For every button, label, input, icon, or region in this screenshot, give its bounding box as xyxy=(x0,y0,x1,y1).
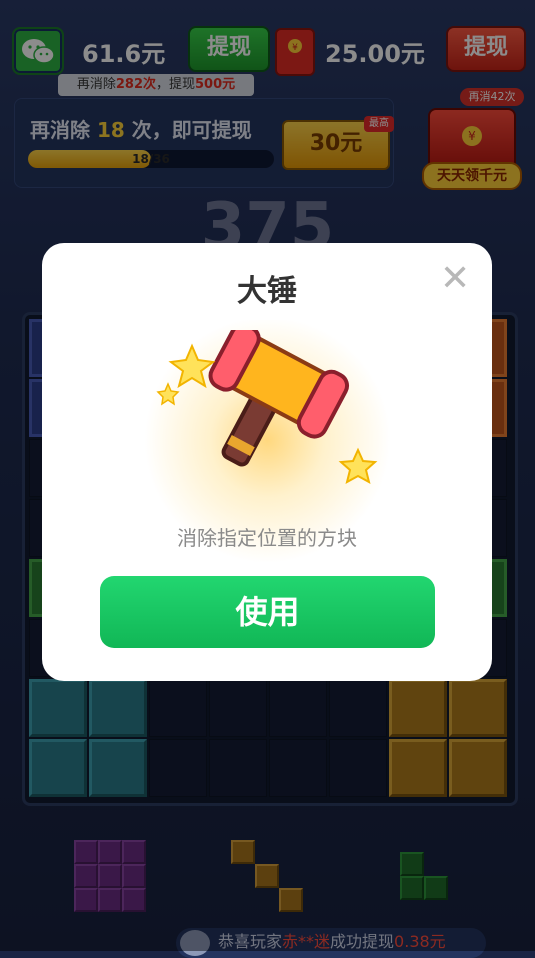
modal-title: 大锤 xyxy=(237,274,297,309)
close-icon[interactable]: ✕ xyxy=(440,261,470,297)
hammer-icon xyxy=(156,330,378,484)
use-button[interactable]: 使用 xyxy=(100,576,435,648)
item-description: 消除指定位置的方块 xyxy=(177,526,357,550)
